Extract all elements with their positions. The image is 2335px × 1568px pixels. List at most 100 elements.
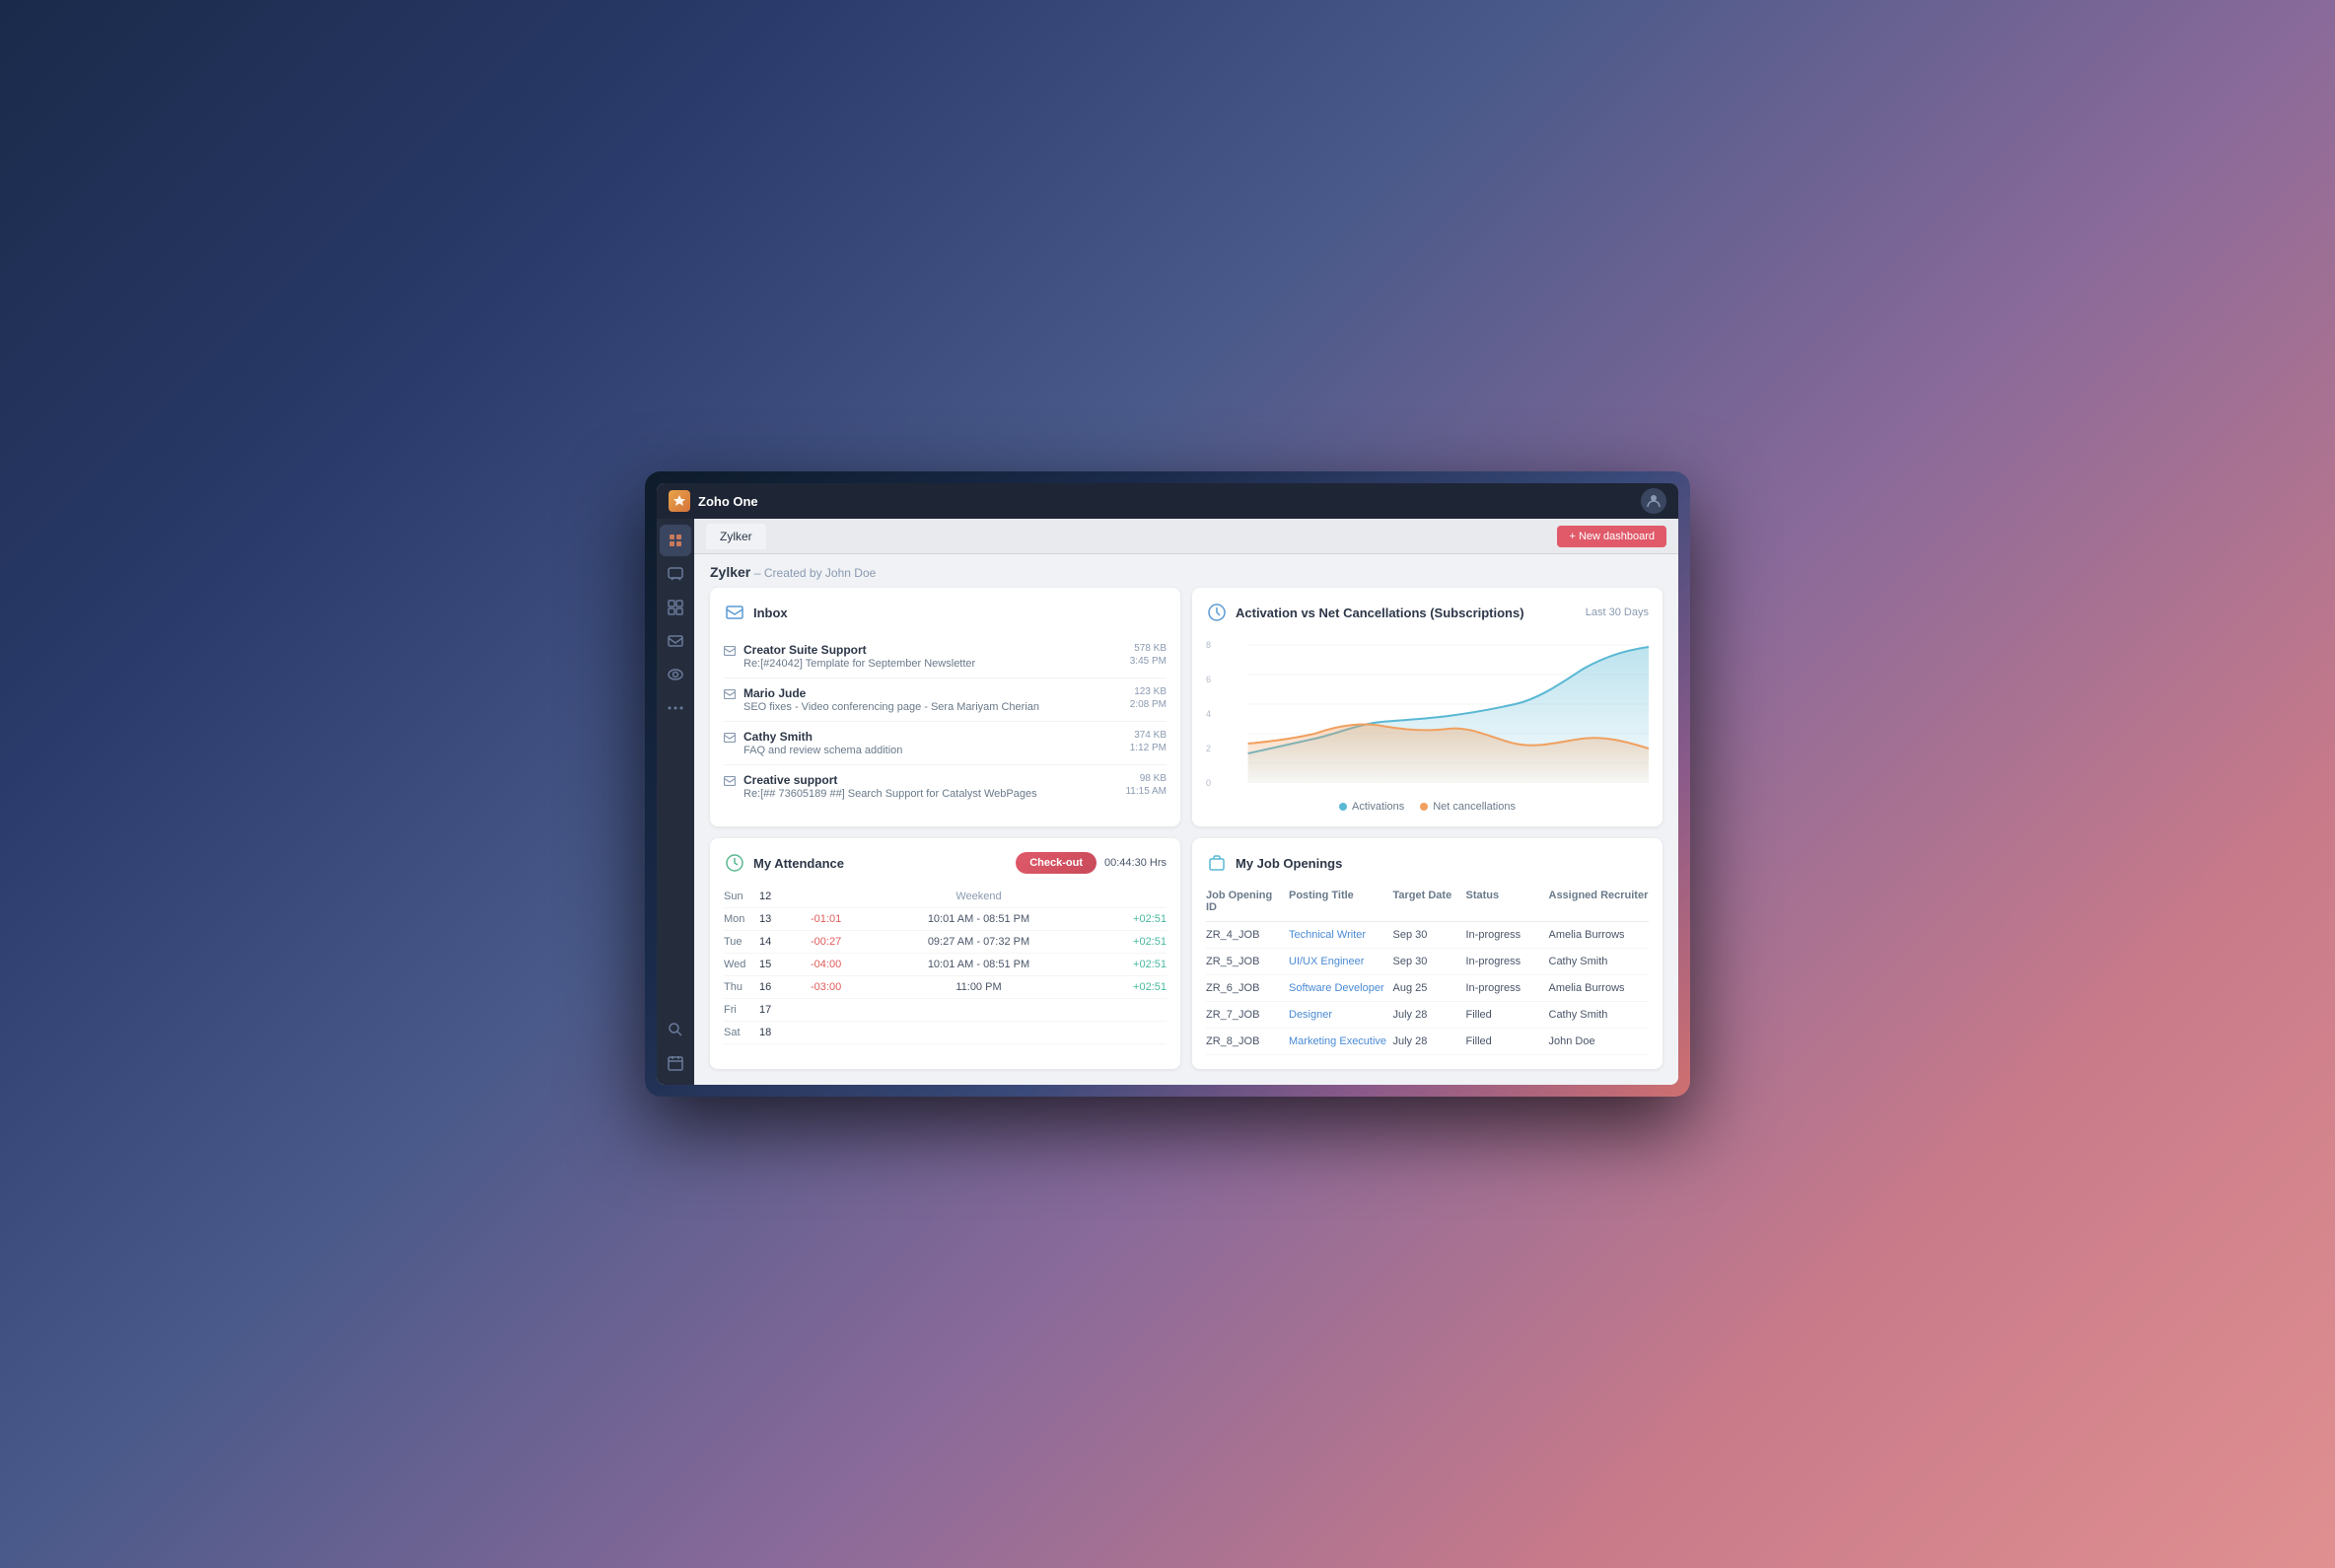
col-status: Status	[1466, 890, 1545, 913]
job-status: Filled	[1466, 1009, 1545, 1021]
chart-widget: Activation vs Net Cancellations (Subscri…	[1192, 588, 1663, 826]
inbox-subject: SEO fixes - Video conferencing page - Se…	[743, 701, 1122, 713]
checkout-button[interactable]: Check-out	[1016, 852, 1097, 874]
main-layout: Zylker + New dashboard Zylker – Created …	[657, 519, 1678, 1085]
attendance-duration: 00:44:30 Hrs	[1104, 857, 1167, 869]
sidebar-item-search[interactable]	[660, 1014, 691, 1045]
att-date: 16	[759, 981, 787, 993]
inbox-envelope-icon	[724, 688, 736, 702]
sidebar-item-eye[interactable]	[660, 659, 691, 690]
att-date: 18	[759, 1027, 787, 1038]
job-date: Sep 30	[1393, 956, 1462, 967]
att-day: Wed	[724, 959, 755, 970]
inbox-time: 2:08 PM	[1130, 699, 1167, 710]
attendance-row: Sun 12 Weekend	[724, 886, 1167, 908]
inbox-item[interactable]: Cathy Smith FAQ and review schema additi…	[724, 722, 1167, 765]
inbox-item[interactable]: Creative support Re:[## 73605189 ##] Sea…	[724, 765, 1167, 808]
job-title[interactable]: Software Developer	[1289, 982, 1389, 994]
content-area: Zylker + New dashboard Zylker – Created …	[694, 519, 1678, 1085]
legend-dot-activations	[1339, 803, 1347, 811]
attendance-widget: My Attendance Check-out 00:44:30 Hrs Sun…	[710, 838, 1180, 1069]
inbox-item-content: Cathy Smith FAQ and review schema additi…	[743, 730, 1122, 756]
job-status: In-progress	[1466, 929, 1545, 941]
chart-icon	[1206, 602, 1228, 623]
inbox-time: 3:45 PM	[1130, 656, 1167, 667]
inbox-envelope-icon	[724, 775, 736, 789]
inbox-item[interactable]: Mario Jude SEO fixes - Video conferencin…	[724, 678, 1167, 722]
job-date: Sep 30	[1393, 929, 1462, 941]
inbox-size: 578 KB	[1134, 643, 1167, 654]
job-recruiter: Amelia Burrows	[1549, 929, 1650, 941]
laptop-wrapper: Zoho One	[645, 471, 1690, 1097]
legend-activations: Activations	[1339, 801, 1404, 813]
profile-icon[interactable]	[1641, 488, 1666, 514]
inbox-size: 123 KB	[1134, 686, 1167, 697]
legend-dot-cancellations	[1420, 803, 1428, 811]
laptop-screen: Zoho One	[645, 471, 1690, 1097]
sidebar-item-analytics[interactable]	[660, 592, 691, 623]
att-deficit: -04:00	[791, 959, 913, 970]
inbox-subject: Re:[#24042] Template for September Newsl…	[743, 658, 1122, 670]
att-day: Sun	[724, 891, 755, 902]
chart-svg	[1206, 635, 1649, 793]
new-dashboard-button[interactable]: + New dashboard	[1557, 526, 1666, 547]
att-deficit: -03:00	[791, 981, 913, 993]
job-recruiter: Amelia Burrows	[1549, 982, 1650, 994]
inbox-item-content: Creative support Re:[## 73605189 ##] Sea…	[743, 773, 1117, 800]
tab-bar: Zylker + New dashboard	[694, 519, 1678, 554]
inbox-list: Creator Suite Support Re:[#24042] Templa…	[724, 635, 1167, 808]
chart-period: Last 30 Days	[1586, 606, 1649, 618]
att-extra: +02:51	[1044, 936, 1167, 948]
job-date: July 28	[1393, 1009, 1462, 1021]
att-time: 10:01 AM - 08:51 PM	[917, 913, 1039, 925]
job-status: In-progress	[1466, 982, 1545, 994]
jobs-header: My Job Openings	[1206, 852, 1649, 874]
chart-header: Activation vs Net Cancellations (Subscri…	[1206, 602, 1649, 623]
inbox-item[interactable]: Creator Suite Support Re:[#24042] Templa…	[724, 635, 1167, 678]
job-id: ZR_8_JOB	[1206, 1035, 1285, 1047]
job-date: Aug 25	[1393, 982, 1462, 994]
sidebar-item-messages[interactable]	[660, 558, 691, 590]
inbox-size: 374 KB	[1134, 730, 1167, 741]
inbox-widget: Inbox Creator Suite Support Re:[#24042] …	[710, 588, 1180, 826]
inbox-meta: 578 KB 3:45 PM	[1130, 643, 1167, 667]
col-recruiter: Assigned Recruiter	[1549, 890, 1650, 913]
chart-y-labels: 8 6 4 2 0	[1206, 635, 1211, 793]
att-extra: +02:51	[1044, 981, 1167, 993]
job-table: Job Opening ID Posting Title Target Date…	[1206, 886, 1649, 1055]
sidebar	[657, 519, 694, 1085]
job-title[interactable]: Technical Writer	[1289, 929, 1389, 941]
job-title[interactable]: Marketing Executive	[1289, 1035, 1389, 1047]
att-day: Thu	[724, 981, 755, 993]
top-bar: Zoho One	[657, 483, 1678, 519]
att-extra: +02:51	[1044, 913, 1167, 925]
job-recruiter: Cathy Smith	[1549, 956, 1650, 967]
sidebar-item-calendar[interactable]	[660, 1047, 691, 1079]
page-title: Zylker	[710, 564, 750, 580]
job-id: ZR_5_JOB	[1206, 956, 1285, 967]
att-deficit: -01:01	[791, 913, 913, 925]
job-table-header: Job Opening ID Posting Title Target Date…	[1206, 886, 1649, 922]
logo-icon	[669, 490, 690, 512]
job-status: Filled	[1466, 1035, 1545, 1047]
sidebar-item-mail[interactable]	[660, 625, 691, 657]
sidebar-item-more[interactable]	[660, 692, 691, 724]
job-title[interactable]: UI/UX Engineer	[1289, 956, 1389, 967]
job-title[interactable]: Designer	[1289, 1009, 1389, 1021]
app-window: Zoho One	[657, 483, 1678, 1085]
inbox-time: 1:12 PM	[1130, 743, 1167, 753]
attendance-row: Sat 18	[724, 1022, 1167, 1044]
tab-zylker[interactable]: Zylker	[706, 524, 766, 549]
att-day: Mon	[724, 913, 755, 925]
attendance-title: My Attendance	[753, 856, 844, 871]
sidebar-item-home[interactable]	[660, 525, 691, 556]
inbox-icon	[724, 602, 745, 623]
job-table-row: ZR_4_JOB Technical Writer Sep 30 In-prog…	[1206, 922, 1649, 949]
attendance-row: Tue 14 -00:27 09:27 AM - 07:32 PM +02:51	[724, 931, 1167, 954]
col-title: Posting Title	[1289, 890, 1389, 913]
inbox-item-content: Mario Jude SEO fixes - Video conferencin…	[743, 686, 1122, 713]
page-header: Zylker – Created by John Doe	[694, 554, 1678, 588]
inbox-sender: Creator Suite Support	[743, 643, 1122, 657]
att-extra: +02:51	[1044, 959, 1167, 970]
attendance-icon	[724, 852, 745, 874]
